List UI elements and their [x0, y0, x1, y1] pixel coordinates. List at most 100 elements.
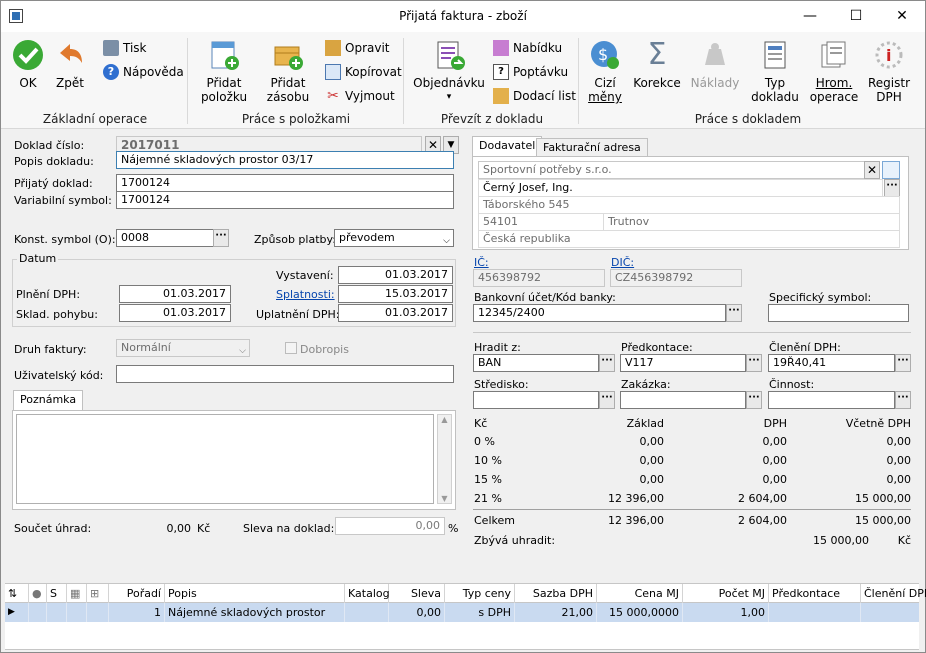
konst-field[interactable]: 0008 — [116, 229, 214, 247]
bank-browse-button[interactable]: ··· — [726, 304, 742, 322]
minimize-button[interactable]: — — [787, 1, 833, 32]
ico-link[interactable]: IČ: — [474, 256, 489, 269]
street-field[interactable]: Táborského 545 — [478, 196, 900, 214]
costs-button[interactable]: Náklady — [689, 38, 741, 90]
ribbon-separator — [187, 38, 188, 124]
discount-field[interactable]: 0,00 — [335, 517, 445, 535]
copy-icon — [325, 64, 341, 80]
add-stock-button[interactable]: Přidat zásobu — [259, 38, 317, 104]
grid-col-desc[interactable]: Popis — [165, 584, 345, 603]
tab-supplier[interactable]: Dodavatel — [472, 136, 543, 157]
tab-note[interactable]: Poznámka — [13, 390, 84, 411]
contract-field[interactable] — [620, 391, 746, 409]
bulk-operations-button[interactable]: Hrom. operace — [807, 38, 861, 104]
svg-text:$: $ — [598, 45, 608, 64]
vatclass-field[interactable]: 19Ř40,41 — [768, 354, 895, 372]
vatclass-browse-button[interactable]: ··· — [895, 354, 911, 372]
note-scrollbar[interactable]: ▲ ▼ — [437, 414, 452, 504]
grid-col-vatclass[interactable]: Členění DPH — [861, 584, 926, 603]
grid-col-catalog[interactable]: Katalog — [345, 584, 390, 603]
precont-browse-button[interactable]: ··· — [746, 354, 762, 372]
calculator-icon[interactable]: ▦ — [67, 584, 87, 603]
activity-browse-button[interactable]: ··· — [895, 391, 911, 409]
dic-field[interactable]: CZ456398792 — [610, 269, 742, 287]
contact-person-field[interactable]: Černý Josef, Ing. — [478, 179, 883, 197]
vatdate-field[interactable]: 01.03.2017 — [119, 285, 231, 303]
varsym-field[interactable]: 1700124 — [116, 191, 454, 209]
recv-doc-field[interactable]: 1700124 — [116, 174, 454, 192]
pay-from-browse-button[interactable]: ··· — [599, 354, 615, 372]
activity-field[interactable] — [768, 391, 895, 409]
grid-col-s[interactable]: S — [47, 584, 67, 603]
due-field[interactable]: 15.03.2017 — [338, 285, 453, 303]
discount-unit: % — [448, 522, 459, 535]
ribbon-separator — [403, 38, 404, 124]
close-window-button[interactable]: ✕ — [879, 1, 925, 32]
zip-field[interactable]: 54101 — [478, 213, 604, 231]
stock-field[interactable]: 01.03.2017 — [119, 304, 231, 322]
due-link[interactable]: Splatnosti: — [276, 288, 335, 301]
pay-from-field[interactable]: BAN — [473, 354, 599, 372]
table-row[interactable]: ▶ 1 Nájemné skladových prostor 0,00 s DP… — [5, 603, 919, 622]
take-delivery-button[interactable]: Dodací list — [493, 86, 576, 106]
sort-icon[interactable]: ⇅ — [5, 584, 29, 603]
tab-billing-address[interactable]: Fakturační adresa — [536, 138, 648, 157]
country-field[interactable]: Česká republika — [478, 230, 900, 248]
payment-select[interactable]: převodem ⌵ — [334, 229, 454, 247]
help-button[interactable]: ? Nápověda — [103, 62, 184, 82]
kind-select[interactable]: Normální ⌵ — [116, 339, 250, 357]
summary-base: 0,00 — [639, 473, 665, 486]
vat-register-button[interactable]: i Registr DPH — [863, 38, 915, 104]
usercode-field[interactable] — [116, 365, 454, 383]
attachment-icon[interactable]: ● — [29, 584, 47, 603]
items-grid-empty-area[interactable] — [5, 622, 919, 650]
summary-header-currency: Kč — [474, 417, 488, 430]
corrections-button[interactable]: Σ Korekce — [631, 38, 683, 91]
grid-col-precont[interactable]: Předkontace — [769, 584, 861, 603]
doc-type-button[interactable]: Typ dokladu — [747, 38, 803, 104]
copy-button[interactable]: Kopírovat — [325, 62, 402, 82]
issued-field[interactable]: 01.03.2017 — [338, 266, 453, 284]
dobropis-checkbox[interactable] — [285, 342, 297, 354]
city-field[interactable]: Trutnov — [603, 213, 900, 231]
grid-col-vat-rate[interactable]: Sazba DPH — [515, 584, 597, 603]
take-offer-button[interactable]: Nabídku — [493, 38, 562, 58]
add-item-button[interactable]: Přidat položku — [195, 38, 253, 104]
contract-browse-button[interactable]: ··· — [746, 391, 762, 409]
summary-rate: 21 % — [474, 492, 502, 505]
group-items-label: Práce s položkami — [241, 112, 351, 126]
ok-button[interactable]: OK — [9, 38, 47, 90]
edit-button[interactable]: Opravit — [325, 38, 390, 58]
vatapply-field[interactable]: 01.03.2017 — [338, 304, 453, 322]
center-browse-button[interactable]: ··· — [599, 391, 615, 409]
edit-card-icon[interactable] — [882, 161, 900, 179]
take-order-button[interactable]: Objednávku ▾ — [413, 38, 485, 104]
precont-field[interactable]: V117 — [620, 354, 746, 372]
summary-header-base: Základ — [626, 417, 664, 430]
note-textarea[interactable] — [16, 414, 434, 504]
take-inquiry-button[interactable]: ? Poptávku — [493, 62, 568, 82]
grid-col-price-type[interactable]: Typ ceny — [445, 584, 515, 603]
bank-field[interactable]: 12345/2400 — [473, 304, 726, 322]
cut-button[interactable]: ✂ Vyjmout — [325, 86, 395, 106]
grid-col-discount[interactable]: Sleva — [389, 584, 445, 603]
konst-browse-button[interactable]: ··· — [213, 229, 229, 247]
dic-link[interactable]: DIČ: — [611, 256, 634, 269]
ico-field[interactable]: 456398792 — [473, 269, 605, 287]
center-field[interactable] — [473, 391, 599, 409]
maximize-button[interactable]: ☐ — [833, 1, 879, 32]
grid-col-qty[interactable]: Počet MJ — [683, 584, 769, 603]
doc-desc-field[interactable]: Nájemné skladových prostor 03/17 — [116, 151, 454, 169]
back-button[interactable]: Zpět — [51, 38, 89, 90]
specsym-field[interactable] — [768, 304, 909, 322]
print-button[interactable]: Tisk — [103, 38, 147, 58]
clear-icon[interactable]: ✕ — [864, 161, 880, 179]
tree-icon[interactable]: ⊞ — [87, 584, 109, 603]
company-field[interactable]: Sportovní potřeby s.r.o. — [478, 161, 865, 179]
foreign-currency-button[interactable]: $ Cizí měny — [583, 38, 627, 104]
group-take-label: Převzít z dokladu — [440, 112, 544, 126]
contact-browse-button[interactable]: ··· — [884, 179, 900, 197]
grid-col-unit-price[interactable]: Cena MJ — [597, 584, 683, 603]
grid-col-order[interactable]: Pořadí — [109, 584, 165, 603]
copy-label: Kopírovat — [345, 65, 402, 79]
